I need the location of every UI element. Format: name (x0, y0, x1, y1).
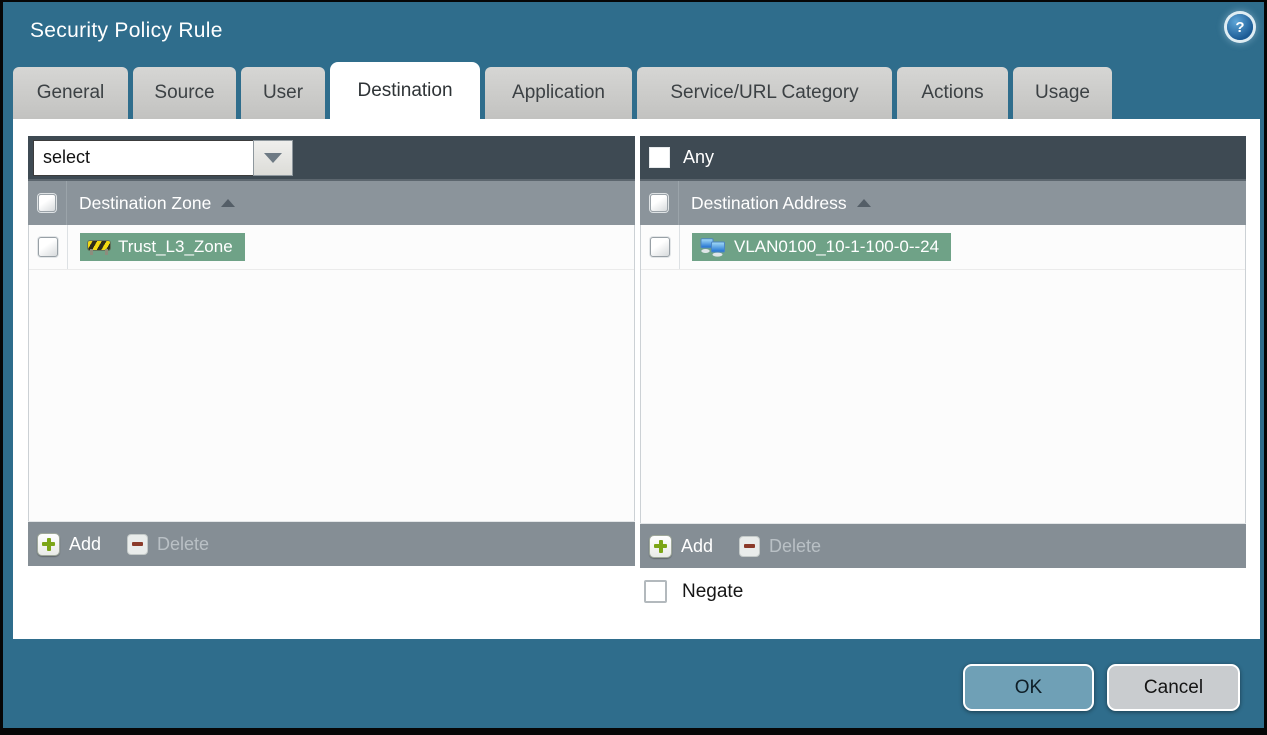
address-table-header: Destination Address (640, 181, 1246, 225)
zone-select-combobox[interactable]: select (33, 139, 293, 176)
zone-column-header[interactable]: Destination Zone (67, 192, 236, 214)
zone-row-checkbox[interactable] (38, 237, 58, 257)
select-all-addresses-checkbox[interactable] (650, 194, 668, 212)
delete-zone-button: Delete (127, 533, 209, 555)
any-checkbox[interactable] (649, 147, 670, 168)
plus-icon (37, 532, 60, 556)
address-panel-footer: Add Delete (640, 523, 1246, 568)
sort-ascending-icon[interactable] (221, 199, 236, 207)
zone-chip-label: Trust_L3_Zone (118, 237, 233, 256)
zone-chip[interactable]: Trust_L3_Zone (80, 233, 245, 261)
minus-icon (127, 533, 149, 555)
destination-zone-panel: select Destination Zone Trust_L3_Zone Ad… (28, 136, 635, 566)
negate-checkbox[interactable] (644, 580, 667, 603)
negate-option: Negate (644, 580, 743, 603)
tab-usage[interactable]: Usage (1013, 67, 1112, 119)
tab-general[interactable]: General (13, 67, 128, 119)
address-column-header[interactable]: Destination Address (679, 193, 871, 214)
any-label: Any (683, 147, 715, 167)
negate-label: Negate (682, 580, 744, 602)
zone-select-dropdown-button[interactable] (253, 139, 293, 176)
tab-user[interactable]: User (241, 67, 325, 119)
zone-column-header-label: Destination Zone (79, 192, 212, 213)
tab-destination[interactable]: Destination (330, 62, 480, 119)
add-address-button[interactable]: Add (649, 534, 713, 558)
tab-bar: General Source User Destination Applicat… (13, 62, 1112, 119)
select-all-zones-checkbox[interactable] (38, 194, 56, 212)
security-policy-rule-dialog: Security Policy Rule ? General Source Us… (0, 0, 1267, 735)
zone-table-header: Destination Zone (28, 181, 635, 225)
sort-ascending-icon[interactable] (856, 199, 871, 207)
delete-address-button: Delete (739, 535, 821, 557)
zone-table-body: Trust_L3_Zone (28, 225, 635, 521)
zone-select-value[interactable]: select (33, 139, 253, 176)
tab-actions[interactable]: Actions (897, 67, 1008, 119)
address-chip-label: VLAN0100_10-1-100-0--24 (734, 237, 940, 256)
ok-button[interactable]: OK (963, 664, 1094, 711)
zone-panel-footer: Add Delete (28, 521, 635, 566)
table-row[interactable]: Trust_L3_Zone (29, 225, 634, 270)
table-row[interactable]: VLAN0100_10-1-100-0--24 (641, 225, 1245, 270)
tab-service-url-category[interactable]: Service/URL Category (637, 67, 892, 119)
network-icon (700, 237, 725, 257)
tab-application[interactable]: Application (485, 67, 632, 119)
help-icon[interactable]: ? (1227, 14, 1253, 40)
add-zone-button[interactable]: Add (37, 532, 101, 556)
title-bar: Security Policy Rule ? (3, 2, 1264, 62)
address-panel-toolbar: Any (640, 136, 1246, 181)
destination-tab-content: select Destination Zone Trust_L3_Zone Ad… (13, 119, 1260, 639)
chevron-down-icon (264, 152, 282, 163)
zone-panel-toolbar: select (28, 136, 635, 181)
address-chip[interactable]: VLAN0100_10-1-100-0--24 (692, 233, 952, 261)
tab-source[interactable]: Source (133, 67, 236, 119)
plus-icon (649, 534, 672, 558)
destination-address-panel: Any Destination Address VLAN0100_10-1-10… (640, 136, 1246, 568)
zone-icon (88, 240, 110, 255)
address-table-body: VLAN0100_10-1-100-0--24 (640, 225, 1246, 523)
address-row-checkbox[interactable] (650, 237, 670, 257)
dialog-title: Security Policy Rule (30, 19, 223, 42)
minus-icon (739, 535, 761, 557)
cancel-button[interactable]: Cancel (1107, 664, 1240, 711)
address-column-header-label: Destination Address (691, 192, 847, 213)
